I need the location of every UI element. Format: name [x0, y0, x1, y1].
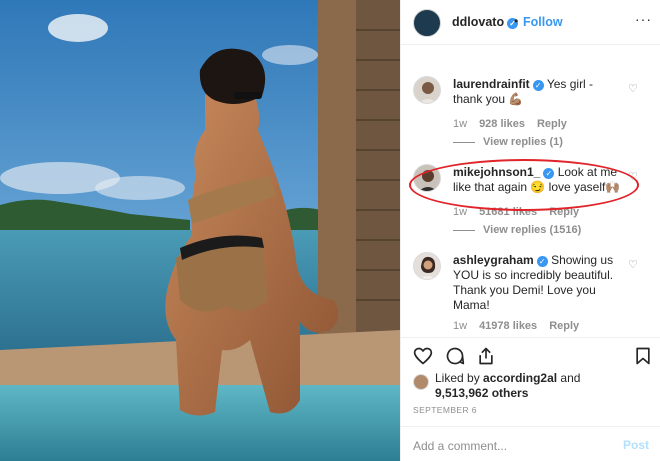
comment-time[interactable]: 1w — [453, 320, 467, 332]
follow-button[interactable]: Follow — [523, 15, 563, 29]
comment-likes-count[interactable]: 51681 likes — [479, 206, 537, 218]
add-comment-bar: Post — [401, 426, 660, 461]
commenter-avatar[interactable] — [413, 76, 441, 104]
liker-username[interactable]: according2al — [483, 371, 557, 385]
comment-like-heart-icon[interactable]: ♡ — [628, 258, 638, 271]
verified-badge-icon: ✓ — [543, 168, 555, 179]
author-username-text[interactable]: ddlovato — [452, 15, 504, 29]
bookmark-icon[interactable] — [633, 346, 653, 366]
liker-avatar[interactable] — [413, 374, 429, 390]
commenter-avatar[interactable] — [413, 252, 441, 280]
comment-reply-button[interactable]: Reply — [537, 118, 567, 130]
comment-text-block: ashleygraham ✓ Showing us YOU is so incre… — [453, 253, 625, 313]
add-comment-input[interactable] — [413, 437, 603, 455]
follow-separator: • — [514, 14, 519, 28]
view-replies-label[interactable]: View replies (1516) — [483, 224, 581, 236]
comment-meta: 1w 41978 likes Reply — [453, 320, 591, 332]
comment-reply-button[interactable]: Reply — [549, 206, 579, 218]
like-heart-icon[interactable] — [413, 346, 433, 366]
post-header: ddlovato ✓ • Follow ··· — [401, 0, 660, 45]
view-replies-button[interactable]: View replies (1) — [453, 136, 563, 148]
comment-time[interactable]: 1w — [453, 118, 467, 130]
replies-dash — [453, 141, 475, 143]
comment-meta: 1w 928 likes Reply — [453, 118, 579, 130]
more-options-icon[interactable]: ··· — [635, 11, 652, 27]
post-photo[interactable] — [0, 0, 400, 461]
likes-prefix: Liked by — [435, 371, 480, 385]
view-replies-button[interactable]: View replies (1516) — [453, 224, 581, 236]
comment-time[interactable]: 1w — [453, 206, 467, 218]
post-actions: Liked by according2al and 9,513,962 othe… — [401, 337, 660, 461]
likes-text: Liked by according2al and 9,513,962 othe… — [435, 371, 580, 401]
comment-like-heart-icon[interactable]: ♡ — [628, 82, 638, 95]
verified-badge-icon: ✓ — [532, 80, 544, 91]
comment-like-heart-icon[interactable]: ♡ — [628, 170, 638, 183]
likes-conjunction: and — [560, 371, 581, 385]
commenter-username[interactable]: mikejohnson1_ — [453, 165, 540, 179]
comment-text-block: mikejohnson1_ ✓ Look at me like that agai… — [453, 165, 625, 195]
post-comment-button[interactable]: Post — [623, 438, 649, 452]
commenter-username[interactable]: ashleygraham — [453, 253, 534, 267]
comment-meta: 1w 51681 likes Reply — [453, 206, 591, 218]
commenter-avatar[interactable] — [413, 164, 441, 192]
post-date[interactable]: SEPTEMBER 6 — [413, 405, 477, 415]
replies-dash — [453, 229, 475, 231]
action-icons-row — [413, 346, 653, 368]
comment-icon[interactable] — [445, 346, 465, 366]
likes-count[interactable]: 9,513,962 others — [435, 386, 528, 400]
comment-likes-count[interactable]: 928 likes — [479, 118, 525, 130]
author-username[interactable]: ddlovato ✓ — [452, 15, 519, 29]
author-avatar[interactable] — [413, 9, 441, 37]
comment-reply-button[interactable]: Reply — [549, 320, 579, 332]
verified-badge-icon: ✓ — [536, 256, 548, 267]
comment-text-block: laurendrainfit ✓ Yes girl - thank you 💪🏽 — [453, 77, 625, 107]
view-replies-label[interactable]: View replies (1) — [483, 136, 563, 148]
commenter-username[interactable]: laurendrainfit — [453, 77, 530, 91]
comment-likes-count[interactable]: 41978 likes — [479, 320, 537, 332]
share-icon[interactable] — [476, 346, 496, 366]
post-sidebar: ddlovato ✓ • Follow ··· laurendrainfit ✓ Y… — [400, 0, 660, 461]
comments-list[interactable]: laurendrainfit ✓ Yes girl - thank you 💪🏽 … — [401, 46, 660, 334]
